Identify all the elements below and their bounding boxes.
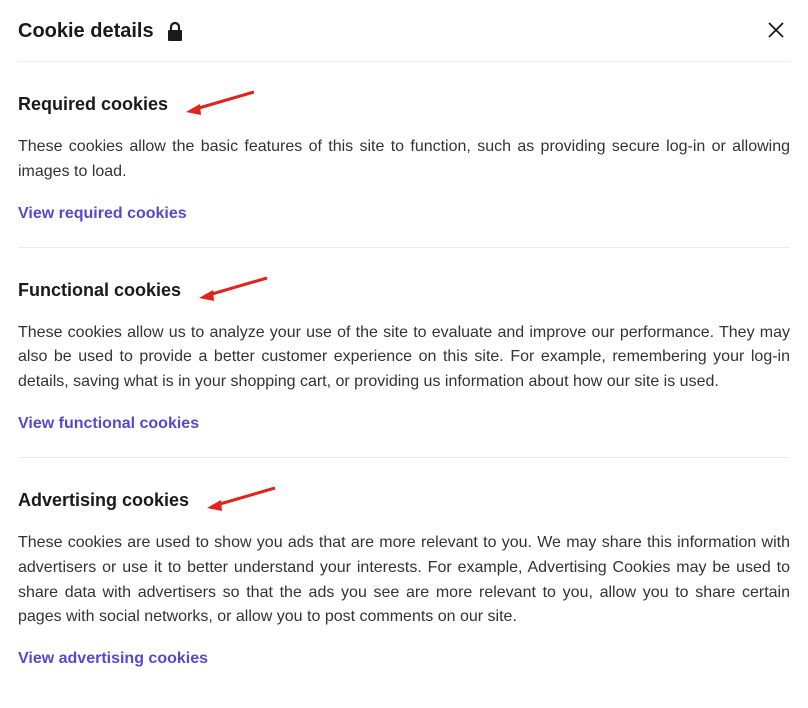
section-heading: Functional cookies xyxy=(18,280,181,301)
arrow-right-icon xyxy=(199,274,269,307)
close-button[interactable] xyxy=(762,16,790,47)
section-heading-row: Advertising cookies xyxy=(18,484,790,517)
section-heading-row: Functional cookies xyxy=(18,274,790,307)
close-icon xyxy=(766,20,786,43)
cookie-section-functional: Functional cookies These cookies allow u… xyxy=(18,248,790,458)
arrow-right-icon xyxy=(207,484,277,517)
cookie-section-advertising: Advertising cookies These cookies are us… xyxy=(18,458,790,692)
view-functional-cookies-link[interactable]: View functional cookies xyxy=(18,415,199,433)
section-heading: Advertising cookies xyxy=(18,490,189,511)
section-description: These cookies allow the basic features o… xyxy=(18,135,790,185)
lock-icon xyxy=(166,22,184,42)
cookie-section-required: Required cookies These cookies allow the… xyxy=(18,62,790,248)
view-advertising-cookies-link[interactable]: View advertising cookies xyxy=(18,650,208,668)
section-heading: Required cookies xyxy=(18,94,168,115)
header-left: Cookie details xyxy=(18,20,184,43)
section-description: These cookies allow us to analyze your u… xyxy=(18,321,790,395)
dialog-header: Cookie details xyxy=(18,16,790,62)
section-heading-row: Required cookies xyxy=(18,88,790,121)
arrow-right-icon xyxy=(186,88,256,121)
dialog-title: Cookie details xyxy=(18,20,154,43)
view-required-cookies-link[interactable]: View required cookies xyxy=(18,205,187,223)
section-description: These cookies are used to show you ads t… xyxy=(18,531,790,630)
